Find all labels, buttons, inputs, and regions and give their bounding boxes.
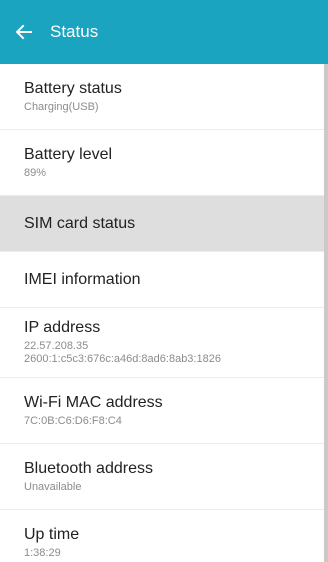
item-value: Charging(USB) bbox=[24, 100, 99, 113]
item-title: Battery status bbox=[24, 79, 122, 97]
item-value: 1:38:29 bbox=[24, 546, 61, 559]
item-title: Wi-Fi MAC address bbox=[24, 393, 163, 411]
list-item-wifi-mac-address[interactable]: Wi-Fi MAC address 7C:0B:C6:D6:F8:C4 bbox=[0, 378, 324, 444]
item-value: Unavailable bbox=[24, 480, 82, 493]
list-item-sim-card-status[interactable]: SIM card status bbox=[0, 196, 324, 252]
back-button[interactable] bbox=[12, 20, 36, 44]
item-title: SIM card status bbox=[24, 214, 136, 232]
item-title: Bluetooth address bbox=[24, 459, 153, 477]
list-item-ip-address[interactable]: IP address 22.57.208.35 2600:1:c5c3:676c… bbox=[0, 308, 324, 378]
arrow-back-icon bbox=[15, 24, 32, 40]
status-list: Battery status Charging(USB) Battery lev… bbox=[0, 64, 324, 562]
scroll-thumb[interactable] bbox=[324, 64, 328, 562]
list-item-imei-information[interactable]: IMEI information bbox=[0, 252, 324, 308]
item-value: 7C:0B:C6:D6:F8:C4 bbox=[24, 414, 122, 427]
scrollbar[interactable] bbox=[324, 64, 328, 562]
item-title: Battery level bbox=[24, 145, 113, 163]
item-value: 22.57.208.35 2600:1:c5c3:676c:a46d:8ad6:… bbox=[24, 340, 221, 365]
item-title: IMEI information bbox=[24, 270, 141, 288]
list-item-bluetooth-address[interactable]: Bluetooth address Unavailable bbox=[0, 444, 324, 510]
item-title: IP address bbox=[24, 319, 101, 336]
list-item-battery-status[interactable]: Battery status Charging(USB) bbox=[0, 64, 324, 130]
list-item-up-time[interactable]: Up time 1:38:29 bbox=[0, 510, 324, 562]
app-bar: Status bbox=[0, 0, 328, 64]
page-title: Status bbox=[50, 22, 99, 41]
item-title: Up time bbox=[24, 525, 80, 543]
item-value: 89% bbox=[24, 166, 47, 179]
list-item-battery-level[interactable]: Battery level 89% bbox=[0, 130, 324, 196]
